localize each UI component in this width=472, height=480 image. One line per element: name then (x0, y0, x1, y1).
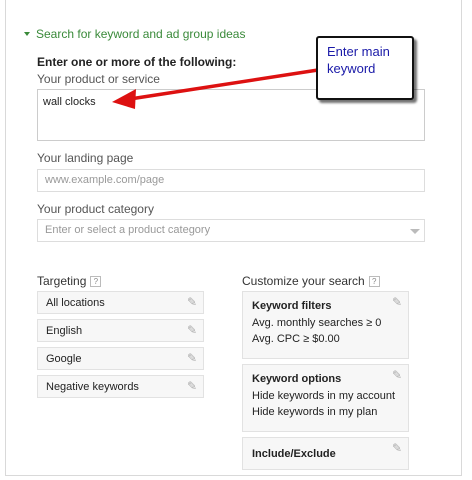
targeting-item-label: English (46, 325, 83, 337)
keyword-filters-title: Keyword filters (252, 300, 332, 312)
help-icon[interactable]: ? (90, 276, 102, 287)
targeting-item-locations[interactable]: All locations ✎ (37, 291, 204, 314)
category-label: Your product category (37, 202, 154, 216)
annotation-text: Enter main keyword (327, 44, 390, 76)
pencil-icon[interactable]: ✎ (392, 296, 402, 308)
annotation-callout: Enter main keyword (316, 36, 414, 100)
keyword-filters-box[interactable]: Keyword filters Avg. monthly searches ≥ … (242, 291, 409, 359)
pencil-icon[interactable]: ✎ (187, 352, 197, 364)
landing-label: Your landing page (37, 151, 134, 165)
targeting-item-label: Google (46, 353, 82, 365)
category-select[interactable]: Enter or select a product category (37, 219, 425, 242)
targeting-title: Targeting (37, 274, 87, 288)
form-intro: Enter one or more of the following: (37, 55, 237, 69)
section-toggle[interactable]: Search for keyword and ad group ideas (24, 27, 245, 41)
panel-border-left (5, 0, 6, 476)
include-exclude-title: Include/Exclude (252, 448, 336, 460)
keyword-options-title: Keyword options (252, 373, 342, 385)
option-line: Hide keywords in my plan (252, 406, 378, 418)
targeting-item-label: Negative keywords (46, 381, 139, 393)
landing-input[interactable]: www.example.com/page (37, 169, 425, 192)
targeting-item-network[interactable]: Google ✎ (37, 347, 204, 370)
keyword-options-box[interactable]: Keyword options Hide keywords in my acco… (242, 364, 409, 432)
panel-border-bottom (5, 475, 462, 476)
category-placeholder: Enter or select a product category (45, 224, 211, 236)
filter-line: Avg. CPC ≥ $0.00 (252, 333, 340, 345)
targeting-item-label: All locations (46, 297, 105, 309)
landing-placeholder: www.example.com/page (45, 174, 165, 186)
help-icon[interactable]: ? (368, 276, 380, 287)
product-value: wall clocks (43, 96, 96, 108)
targeting-heading: Targeting? (37, 274, 102, 288)
caret-down-icon (24, 32, 30, 36)
pencil-icon[interactable]: ✎ (392, 442, 402, 454)
option-line: Hide keywords in my account (252, 390, 396, 402)
product-label: Your product or service (37, 72, 160, 86)
include-exclude-box[interactable]: Include/Exclude ✎ (242, 437, 409, 470)
pencil-icon[interactable]: ✎ (187, 296, 197, 308)
section-title: Search for keyword and ad group ideas (36, 27, 246, 41)
pencil-icon[interactable]: ✎ (187, 324, 197, 336)
filter-line: Avg. monthly searches ≥ 0 (252, 317, 382, 329)
pencil-icon[interactable]: ✎ (392, 369, 402, 381)
dropdown-arrow-icon (410, 229, 420, 234)
targeting-item-language[interactable]: English ✎ (37, 319, 204, 342)
customize-title: Customize your search (242, 274, 365, 288)
customize-heading: Customize your search? (242, 274, 380, 288)
panel-border-right (461, 0, 462, 476)
pencil-icon[interactable]: ✎ (187, 380, 197, 392)
targeting-item-negative-keywords[interactable]: Negative keywords ✎ (37, 375, 204, 398)
